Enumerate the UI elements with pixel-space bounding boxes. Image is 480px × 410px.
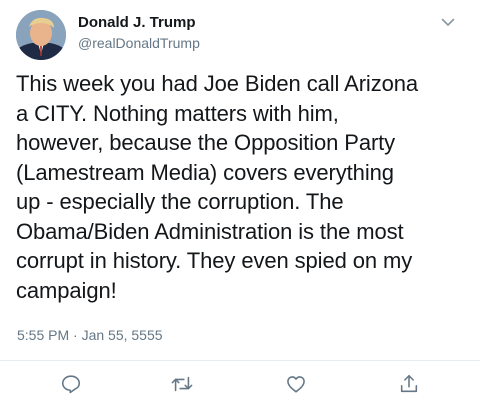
retweet-icon bbox=[171, 376, 193, 392]
comment-icon bbox=[61, 375, 81, 394]
tweet-timestamp[interactable]: 5:55 PM · Jan 55, 5555 bbox=[17, 327, 163, 343]
heart-icon bbox=[287, 376, 305, 393]
more-options-button[interactable] bbox=[437, 13, 459, 31]
share-icon bbox=[400, 374, 418, 393]
chevron-down-icon bbox=[441, 18, 455, 26]
reply-button[interactable] bbox=[58, 372, 84, 396]
avatar-image bbox=[16, 10, 66, 60]
tweet-text: This week you had Joe Biden call Arizona… bbox=[16, 71, 419, 303]
divider bbox=[0, 360, 480, 361]
author-handle[interactable]: @realDonaldTrump bbox=[78, 35, 200, 51]
tweet-card: Donald J. Trump @realDonaldTrump This we… bbox=[0, 0, 480, 410]
avatar[interactable] bbox=[16, 10, 66, 60]
share-button[interactable] bbox=[396, 372, 422, 396]
author-display-name[interactable]: Donald J. Trump bbox=[78, 14, 196, 31]
retweet-button[interactable] bbox=[169, 372, 195, 396]
like-button[interactable] bbox=[283, 372, 309, 396]
